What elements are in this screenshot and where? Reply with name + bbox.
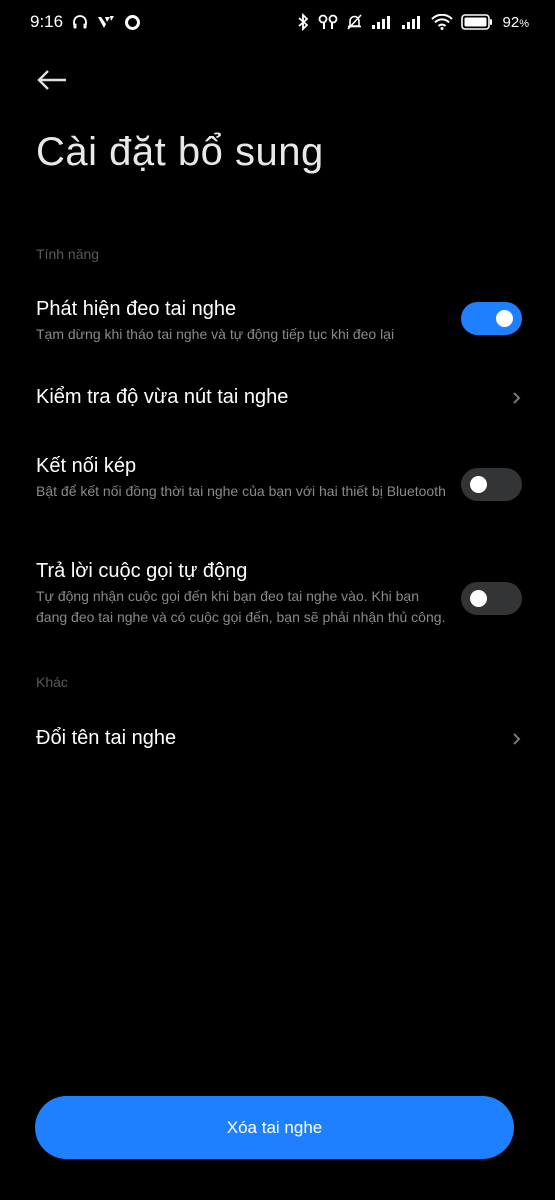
back-button[interactable] <box>36 64 72 100</box>
battery-percentage: 92% <box>502 13 529 31</box>
toggle-knob <box>470 590 487 607</box>
status-time: 9:16 <box>30 12 64 31</box>
page-title: Cài đặt bổ sung <box>36 130 324 174</box>
status-bar: 9:16 92% <box>0 0 555 44</box>
cell-signal-icon <box>401 15 423 29</box>
dual-connection-toggle[interactable] <box>461 468 522 501</box>
earbuds-icon <box>318 13 338 31</box>
auto-answer-toggle[interactable] <box>461 582 522 615</box>
battery-icon <box>460 14 493 30</box>
setting-description: Tự động nhận cuộc gọi đến khi bạn đeo ta… <box>36 588 446 625</box>
cell-signal-icon <box>371 15 393 29</box>
setting-fit-test[interactable]: Kiểm tra độ vừa nút tai nghe <box>36 386 524 414</box>
circle-icon <box>124 14 141 31</box>
section-header-features: Tính năng <box>36 246 100 262</box>
section-header-other: Khác <box>36 674 68 690</box>
headphones-icon <box>72 14 88 30</box>
setting-description: Tạm dừng khi tháo tai nghe và tự động ti… <box>36 326 395 342</box>
back-arrow-icon <box>36 68 68 97</box>
setting-title: Kiểm tra độ vừa nút tai nghe <box>36 386 289 408</box>
status-right: 92% <box>296 13 529 31</box>
setting-title: Kết nối kép <box>36 455 137 477</box>
bell-muted-icon <box>346 13 363 31</box>
chevron-right-icon <box>510 391 524 405</box>
setting-description: Bật để kết nối đồng thời tai nghe của bạ… <box>36 483 446 499</box>
remove-headphones-button[interactable]: Xóa tai nghe <box>35 1096 514 1159</box>
wifi-icon <box>430 14 453 30</box>
bluetooth-icon <box>296 13 310 31</box>
setting-title: Trả lời cuộc gọi tự động <box>36 560 248 582</box>
setting-wear-detection[interactable]: Phát hiện đeo tai nghe Tạm dừng khi tháo… <box>36 298 524 352</box>
toggle-knob <box>496 310 513 327</box>
chevron-right-icon <box>510 732 524 746</box>
wear-detection-toggle[interactable] <box>461 302 522 335</box>
toggle-knob <box>470 476 487 493</box>
setting-dual-connection[interactable]: Kết nối kép Bật để kết nối đồng thời tai… <box>36 455 524 521</box>
setting-auto-answer[interactable]: Trả lời cuộc gọi tự động Tự động nhận cu… <box>36 560 524 646</box>
setting-title: Đổi tên tai nghe <box>36 727 177 749</box>
setting-title: Phát hiện đeo tai nghe <box>36 298 237 320</box>
setting-rename[interactable]: Đổi tên tai nghe <box>36 727 524 755</box>
signal-app-icon <box>97 14 115 30</box>
status-left: 9:16 <box>30 12 141 32</box>
